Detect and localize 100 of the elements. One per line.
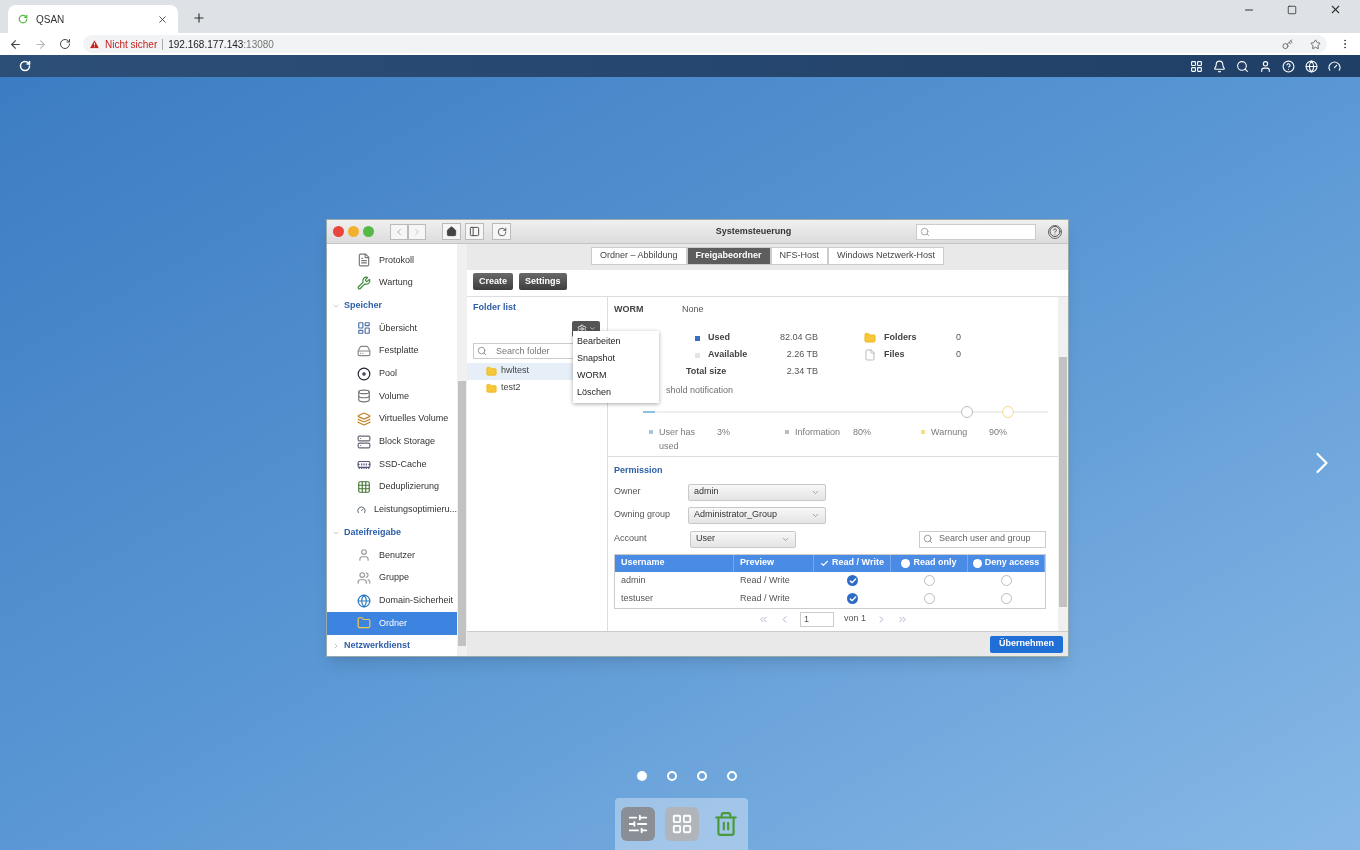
- maximize-icon[interactable]: [1287, 4, 1297, 15]
- window-title: Systemsteuerung: [714, 224, 793, 238]
- page-count: von 1: [844, 612, 866, 626]
- toolbar-button[interactable]: Create: [473, 273, 513, 290]
- back-icon[interactable]: [9, 37, 22, 51]
- sidebar-item[interactable]: Block Storage: [327, 430, 457, 454]
- qsan-logo-icon: [18, 14, 28, 24]
- field-label: Account: [614, 532, 648, 546]
- globe-icon[interactable]: [1305, 59, 1318, 73]
- sidebar-item[interactable]: Wartung: [327, 271, 457, 295]
- sidebar-item[interactable]: Benutzer: [327, 543, 457, 567]
- threshold-label: shold notification: [666, 384, 734, 395]
- radio-button[interactable]: [924, 593, 935, 604]
- close-icon[interactable]: [1329, 3, 1342, 16]
- table-cell-text: admin: [620, 573, 647, 587]
- search-field[interactable]: [916, 223, 1036, 240]
- app-logo-icon[interactable]: [19, 60, 31, 72]
- usage-value: 2.26 TB: [785, 348, 818, 362]
- search-icon[interactable]: [1236, 59, 1249, 73]
- usage-label: Used: [708, 331, 731, 345]
- sidebar-item[interactable]: Ordner: [327, 612, 457, 635]
- sidebar-item[interactable]: Übersicht: [327, 317, 457, 340]
- back-button[interactable]: [390, 223, 408, 240]
- star-icon[interactable]: [1310, 38, 1321, 50]
- scrollbar[interactable]: [1058, 297, 1068, 631]
- gauge-icon[interactable]: [1328, 59, 1341, 73]
- sidebar-item[interactable]: Festplatte: [327, 339, 457, 363]
- scrollbar[interactable]: [457, 244, 467, 656]
- forward-icon[interactable]: [34, 37, 47, 51]
- home-button[interactable]: [442, 223, 461, 240]
- close-button[interactable]: [333, 226, 344, 237]
- new-tab-icon[interactable]: [192, 11, 206, 25]
- count-value: 0: [956, 348, 961, 362]
- server-icon: [357, 434, 371, 449]
- database-icon: [357, 389, 371, 404]
- sidebar-group[interactable]: Speicher: [327, 294, 457, 318]
- field-value: None: [682, 303, 704, 316]
- usage-value: 2.34 TB: [785, 365, 818, 379]
- sidebar-item[interactable]: Gruppe: [327, 566, 457, 590]
- header-checkbox[interactable]: [972, 558, 982, 568]
- radio-button[interactable]: [1001, 593, 1012, 604]
- owner-select[interactable]: admin: [688, 483, 826, 501]
- search-user-field[interactable]: Search user and group: [919, 530, 1046, 548]
- count-label: Folders: [884, 331, 918, 345]
- apply-button[interactable]: Übernehmen: [990, 635, 1063, 653]
- sidebar-toggle-button[interactable]: [465, 223, 484, 240]
- sidebar-item[interactable]: SSD-Cache: [327, 453, 457, 476]
- sidebar-item[interactable]: Volume: [327, 385, 457, 408]
- sidebar-group[interactable]: Dateifreigabe: [327, 521, 457, 544]
- account-select[interactable]: User: [690, 530, 796, 548]
- sidebar-item[interactable]: Pool: [327, 362, 457, 386]
- radio-button[interactable]: [1001, 575, 1012, 586]
- folder-icon: [486, 382, 497, 394]
- url-text: 192.168.177.143:13080: [168, 37, 274, 52]
- apps-dock-icon[interactable]: [664, 807, 699, 841]
- radio-button[interactable]: [847, 575, 858, 586]
- reload-icon[interactable]: [59, 38, 71, 50]
- sidebar-item[interactable]: Deduplizierung: [327, 475, 457, 499]
- sidebar-item[interactable]: Leistungsoptimieru...: [327, 498, 457, 522]
- browser-tab[interactable]: QSAN: [8, 5, 178, 33]
- radio-button[interactable]: [847, 593, 858, 604]
- sidebar-group[interactable]: Netzwerkdienst: [327, 634, 457, 656]
- table-cell-text: Read / Write: [739, 573, 791, 587]
- legend-value: 90%: [989, 426, 1007, 439]
- globe-icon: [357, 593, 371, 608]
- user-icon[interactable]: [1259, 59, 1272, 73]
- sidebar-item[interactable]: Domain-Sicherheit: [327, 589, 457, 612]
- table-cell-text: testuser: [620, 591, 654, 605]
- checkmark-icon[interactable]: [820, 558, 830, 568]
- hard-drive-icon: [357, 344, 371, 359]
- table-cell-text: Read / Write: [739, 591, 791, 605]
- count-value: 0: [956, 331, 961, 345]
- sidebar-item[interactable]: Protokoll: [327, 249, 457, 272]
- tab[interactable]: NFS-Host: [770, 247, 829, 265]
- header-checkbox[interactable]: [901, 558, 911, 568]
- grid-icon: [670, 813, 693, 835]
- key-icon[interactable]: [1282, 38, 1293, 50]
- sidebar-item[interactable]: Virtuelles Volume: [327, 407, 457, 431]
- toolbar-button[interactable]: Settings: [519, 273, 567, 290]
- grid-icon[interactable]: [1190, 59, 1203, 73]
- help-icon[interactable]: [1282, 59, 1295, 73]
- control-panel-dock-icon[interactable]: [620, 807, 655, 841]
- page-field[interactable]: 1: [800, 611, 834, 627]
- tab[interactable]: Ordner – Abbildung: [590, 247, 687, 265]
- radio-button[interactable]: [924, 575, 935, 586]
- forward-button[interactable]: [408, 223, 426, 240]
- field-label: WORM: [614, 303, 645, 316]
- address-bar[interactable]: Nicht sicher 192.168.177.143:13080: [83, 35, 1327, 53]
- owning-group-select[interactable]: Administrator_Group: [688, 506, 826, 524]
- menu-item[interactable]: Löschen: [573, 384, 659, 401]
- users-icon: [357, 570, 371, 585]
- close-icon[interactable]: [157, 13, 168, 25]
- refresh-button[interactable]: [492, 223, 511, 240]
- search-icon: [477, 345, 487, 356]
- help-button[interactable]: [1048, 224, 1062, 239]
- maximize-button[interactable]: [363, 226, 374, 237]
- tab[interactable]: Windows Netzwerk-Host: [828, 247, 945, 265]
- tab[interactable]: Freigabeordner: [686, 247, 771, 265]
- file-icon: [864, 349, 876, 361]
- notification-icon[interactable]: [1213, 59, 1226, 73]
